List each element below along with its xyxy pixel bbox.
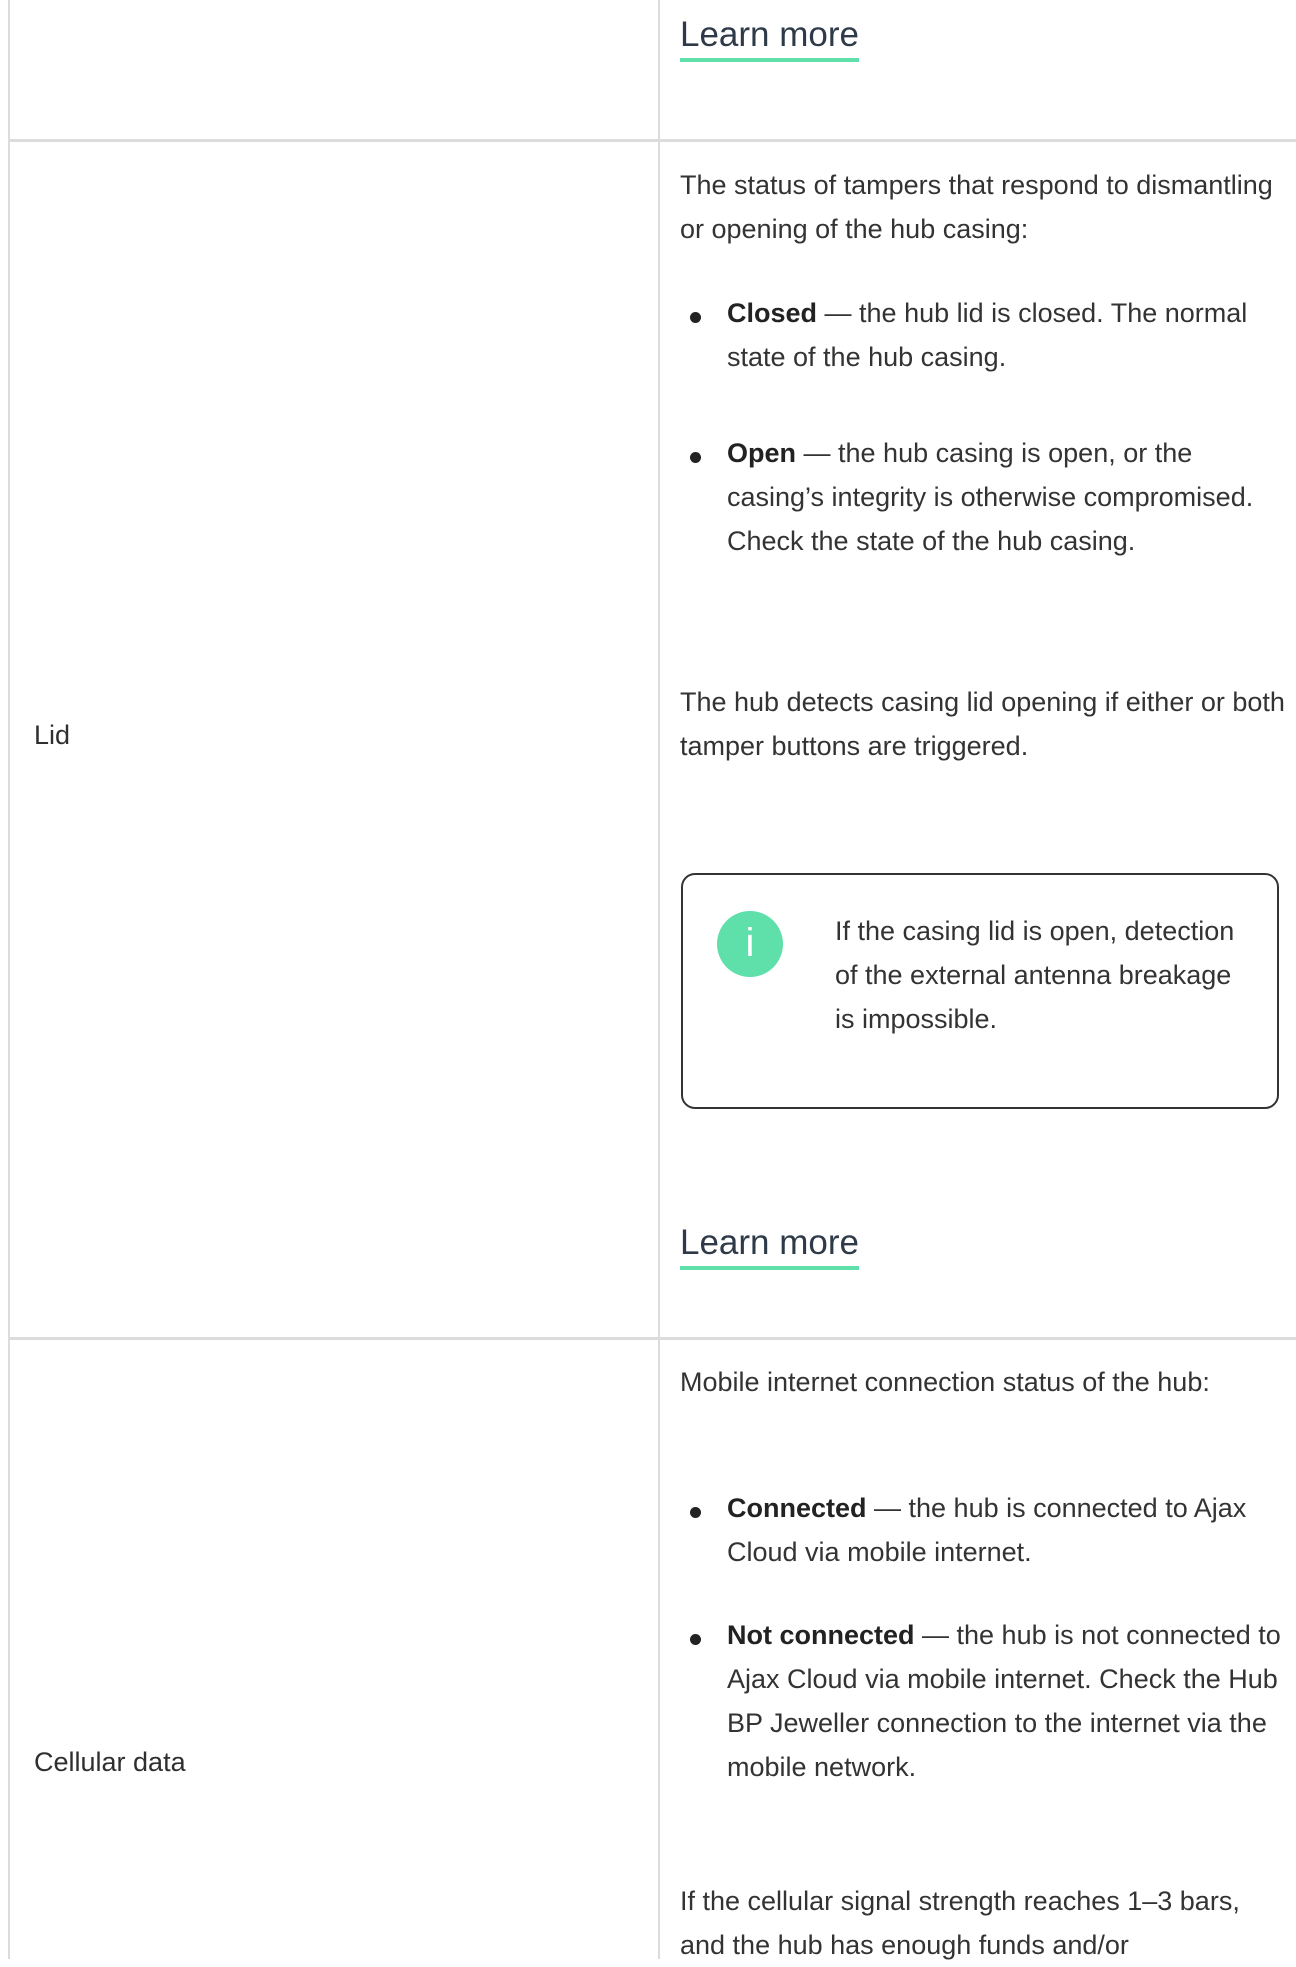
lid-after-text: The hub detects casing lid opening if ei… — [680, 687, 1285, 761]
term-not-connected: Not connected — [727, 1620, 915, 1650]
cellular-after-text: If the cellular signal strength reaches … — [680, 1886, 1240, 1960]
row-label-lid: Lid — [34, 720, 71, 750]
term-open: Open — [727, 438, 797, 468]
bullet-dot — [690, 1634, 701, 1645]
table-column-divider — [658, 0, 660, 1959]
learn-more-link-lid[interactable]: Learn more — [680, 1222, 859, 1270]
info-icon: i — [717, 911, 783, 977]
cellular-intro-text: Mobile internet connection status of the… — [680, 1367, 1210, 1397]
term-connected: Connected — [727, 1493, 867, 1523]
lid-intro-text: The status of tampers that respond to di… — [680, 170, 1273, 244]
bullet-dot — [690, 452, 701, 463]
bullet-dot — [690, 1507, 701, 1518]
info-note-text: If the casing lid is open, detection of … — [835, 916, 1235, 1034]
term-closed: Closed — [727, 298, 818, 328]
bullet-dot — [690, 312, 701, 323]
table-border-left — [8, 0, 10, 1959]
cellular-item-connected: Connected — the hub is connected to Ajax… — [727, 1493, 1247, 1567]
row-divider — [9, 139, 1296, 142]
row-label-cellular-data: Cellular data — [34, 1747, 186, 1777]
lid-item-open: Open — the hub casing is open, or the ca… — [727, 438, 1254, 556]
cellular-item-not-connected: Not connected — the hub is not connected… — [727, 1620, 1281, 1782]
info-note: i If the casing lid is open, detection o… — [681, 873, 1279, 1109]
learn-more-link-top[interactable]: Learn more — [680, 14, 859, 62]
lid-item-closed: Closed — the hub lid is closed. The norm… — [727, 298, 1248, 372]
row-divider — [9, 1337, 1296, 1340]
